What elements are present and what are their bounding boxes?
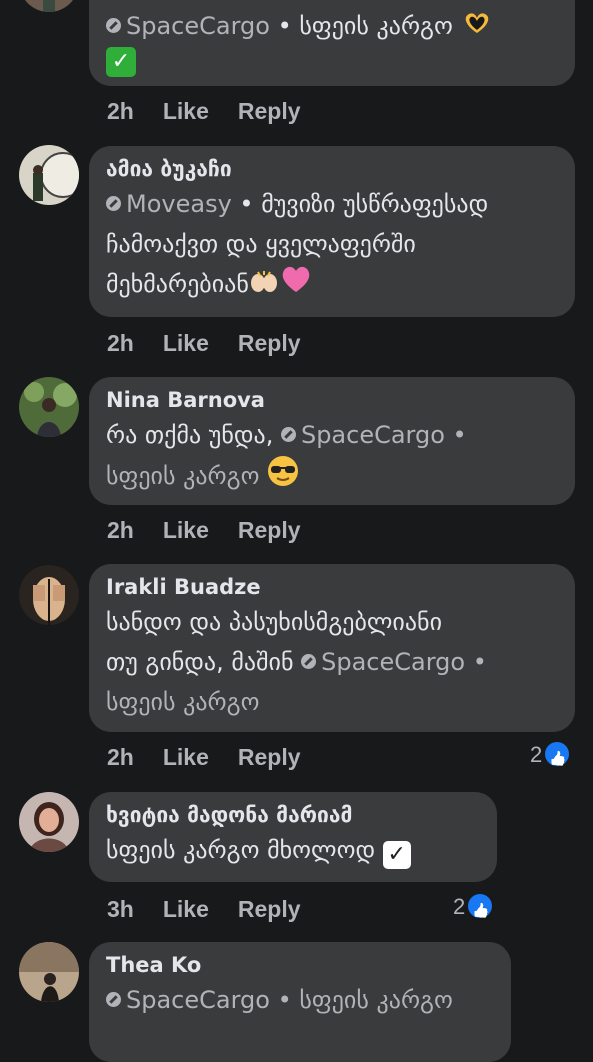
sunglasses-emoji bbox=[267, 455, 299, 499]
comment-actions: 2h Like Reply bbox=[107, 516, 330, 544]
comment-actions: 2h Like Reply bbox=[107, 743, 330, 771]
comment-author[interactable]: ხვიტია მადონა მარიამ bbox=[106, 800, 481, 830]
comment-text: სფეის კარგო მხოლოდ ✓ bbox=[106, 830, 481, 870]
reaction-number: 2 bbox=[453, 894, 466, 919]
comment-text: Moveasy • მუვიზი უსწრაფესად ჩამოაქვთ და … bbox=[106, 184, 559, 306]
like-button[interactable]: Like bbox=[163, 517, 209, 543]
avatar[interactable] bbox=[19, 565, 79, 625]
mention-link[interactable]: SpaceCargo bbox=[301, 648, 465, 676]
comment-author[interactable]: Irakli Buadze bbox=[106, 572, 559, 602]
time-label[interactable]: 2h bbox=[107, 98, 134, 124]
mention-link[interactable]: SpaceCargo bbox=[106, 986, 270, 1014]
comment-bubble: ამია ბუკაჩი Moveasy • მუვიზი უსწრაფესად … bbox=[89, 146, 575, 317]
reply-button[interactable]: Reply bbox=[238, 517, 301, 543]
comment-actions: 2h Like Reply bbox=[107, 97, 330, 125]
avatar[interactable] bbox=[19, 145, 79, 205]
time-label[interactable]: 2h bbox=[107, 517, 134, 543]
mention-link[interactable]: SpaceCargo bbox=[280, 421, 445, 449]
mention-link[interactable]: SpaceCargo bbox=[106, 12, 270, 40]
comment-text: რა თქმა უნდა, SpaceCargo • სფეის კარგო bbox=[106, 415, 559, 499]
avatar[interactable] bbox=[19, 792, 79, 852]
tag-icon bbox=[301, 654, 317, 669]
mention-link[interactable]: Moveasy bbox=[106, 190, 232, 218]
time-label[interactable]: 2h bbox=[107, 744, 134, 770]
reaction-number: 2 bbox=[530, 742, 543, 767]
like-button[interactable]: Like bbox=[163, 744, 209, 770]
comment-author[interactable]: ამია ბუკაჩი bbox=[106, 154, 559, 184]
comment-text: SpaceCargo • სფეის კარგო bbox=[106, 980, 495, 1020]
tag-icon bbox=[106, 18, 121, 33]
comment-actions: 3h Like Reply bbox=[107, 895, 330, 923]
time-label[interactable]: 3h bbox=[107, 896, 134, 922]
pink-heart-emoji bbox=[279, 264, 313, 306]
comment-bubble: Thea Ko SpaceCargo • სფეის კარგო bbox=[89, 942, 511, 1062]
comment-actions: 2h Like Reply bbox=[107, 329, 330, 357]
like-reaction-icon bbox=[545, 742, 570, 766]
comment-author[interactable]: Thea Ko bbox=[106, 950, 495, 980]
avatar[interactable] bbox=[19, 0, 79, 12]
comment-bubble: ხვიტია მადონა მარიამ სფეის კარგო მხოლოდ … bbox=[89, 792, 497, 882]
comment-bubble: Irakli Buadze სანდო და პასუხისმგებლიანი … bbox=[89, 564, 575, 732]
avatar[interactable] bbox=[19, 942, 79, 1002]
tag-icon bbox=[106, 992, 121, 1007]
comment-text: SpaceCargo • სფეის კარგო bbox=[106, 8, 559, 45]
time-label[interactable]: 2h bbox=[107, 330, 134, 356]
tag-icon bbox=[106, 196, 121, 211]
comment-author[interactable]: Nina Barnova bbox=[106, 385, 559, 415]
like-button[interactable]: Like bbox=[163, 330, 209, 356]
comment-text: სანდო და პასუხისმგებლიანი თუ გინდა, მაში… bbox=[106, 608, 487, 716]
raised-hands-emoji bbox=[249, 265, 279, 305]
like-button[interactable]: Like bbox=[163, 896, 209, 922]
like-reaction-icon bbox=[468, 894, 493, 918]
reply-button[interactable]: Reply bbox=[238, 896, 301, 922]
comment-bubble: Nina Barnova რა თქმა უნდა, SpaceCargo • … bbox=[89, 377, 575, 505]
heart-hands-emoji bbox=[461, 9, 493, 45]
avatar[interactable] bbox=[19, 377, 79, 437]
check-box-emoji: ✓ bbox=[382, 841, 411, 869]
check-emoji: ✓ bbox=[106, 47, 559, 77]
reply-button[interactable]: Reply bbox=[238, 744, 301, 770]
reply-button[interactable]: Reply bbox=[238, 98, 301, 124]
reaction-count[interactable]: 2 bbox=[530, 741, 570, 769]
reaction-count[interactable]: 2 bbox=[453, 893, 493, 921]
like-button[interactable]: Like bbox=[163, 98, 209, 124]
comment-bubble: SpaceCargo • სფეის კარგო ✓ bbox=[89, 0, 575, 86]
tag-icon bbox=[280, 427, 296, 442]
reply-button[interactable]: Reply bbox=[238, 330, 301, 356]
